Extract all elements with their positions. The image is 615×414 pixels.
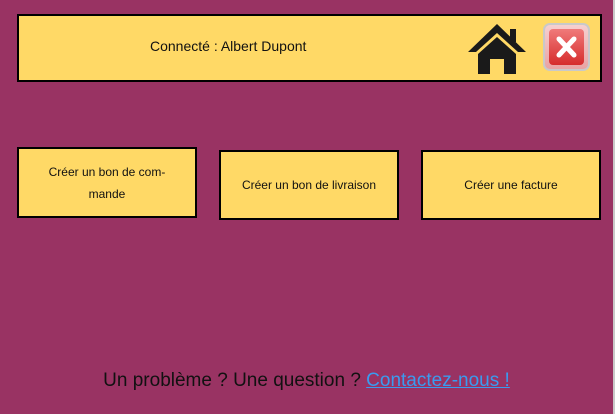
app-window: Connecté : Albert Dupont Créer un bon de… [0,0,615,414]
footer-help: Un problème ? Une question ? Contactez-n… [0,370,613,392]
home-icon [468,24,526,74]
close-icon [556,36,577,58]
close-button[interactable] [543,23,590,71]
close-button-face [549,29,584,65]
header-bar: Connecté : Albert Dupont [17,14,602,82]
create-invoice-label: Créer une facture [464,178,558,192]
footer-help-text: Un problème ? Une question ? [103,370,367,391]
create-delivery-note-button[interactable]: Créer un bon de livraison [219,150,399,220]
create-delivery-note-label: Créer un bon de livraison [241,178,377,192]
home-button[interactable] [466,21,528,75]
connected-user-label: Connecté : Albert Dupont [150,38,307,54]
create-order-form-button[interactable]: Créer un bon de com- mande [17,147,197,218]
create-order-form-label: Créer un bon de com- mande [48,164,166,201]
contact-link[interactable]: Contactez-nous ! [366,370,510,391]
create-invoice-button[interactable]: Créer une facture [421,150,601,220]
